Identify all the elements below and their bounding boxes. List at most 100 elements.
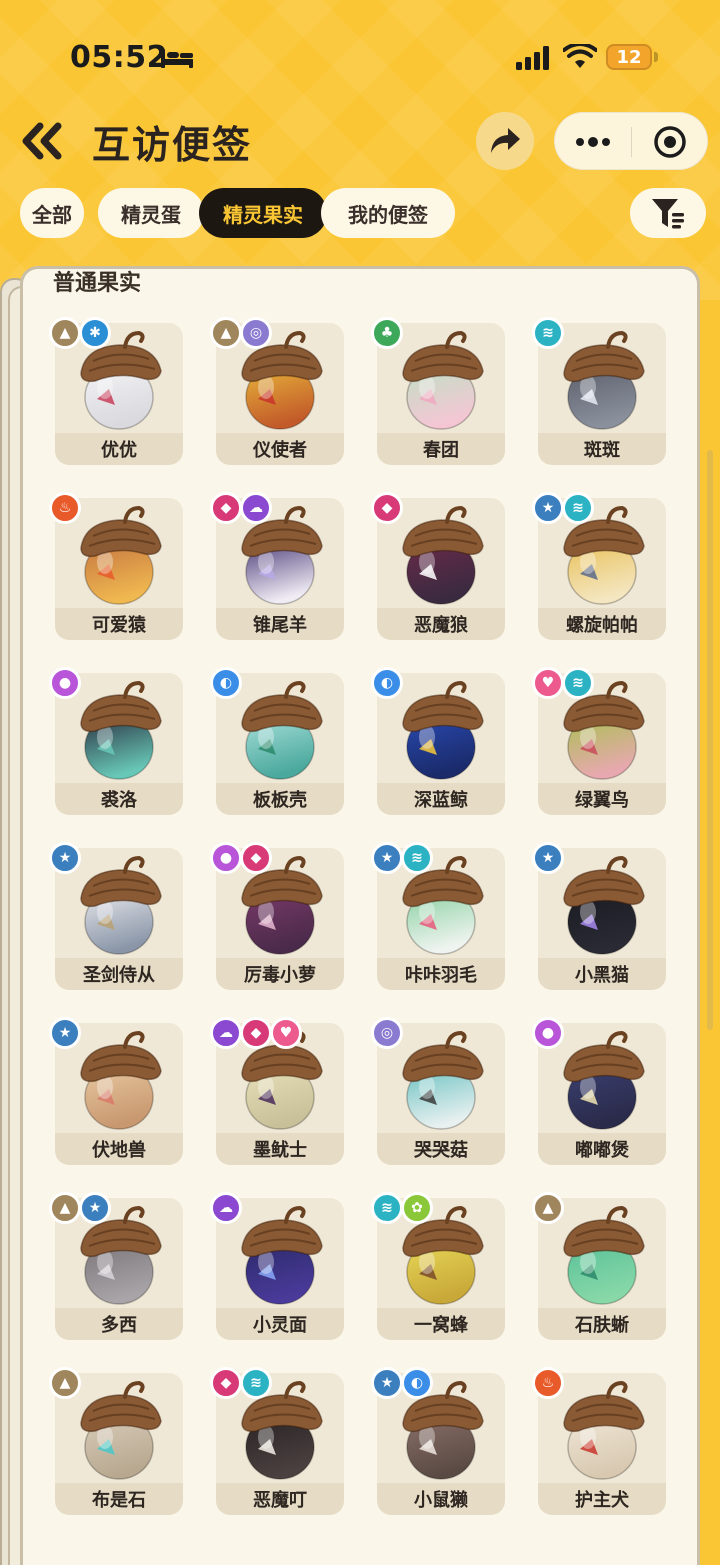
fruit-item[interactable]: 仪使者 ▲ ◎: [210, 317, 346, 467]
fruit-item[interactable]: 斑斑 ≋: [532, 317, 668, 467]
evil-icon: ◆: [210, 1367, 242, 1399]
fruit-item[interactable]: 石肤蜥 ▲: [532, 1192, 668, 1342]
poison-icon: ●: [532, 1017, 564, 1049]
fruit-item[interactable]: 深蓝鲸 ◐: [371, 667, 507, 817]
close-miniapp-button[interactable]: [632, 113, 708, 171]
fruit-item[interactable]: 厉毒小萝 ● ◆: [210, 842, 346, 992]
fruit-name: 恶魔叮: [216, 1483, 344, 1515]
attribute-badges: ◆ ☁: [210, 492, 272, 526]
fire-icon: ♨: [532, 1367, 564, 1399]
fruit-item[interactable]: 哭哭菇 ◎: [371, 1017, 507, 1167]
attribute-badges: ☁ ◆ ♥: [210, 1017, 302, 1051]
fruit-name: 圣剑侍从: [55, 958, 183, 990]
normal-icon: ★: [532, 842, 564, 874]
acorn-fruit-icon: [402, 1030, 484, 1130]
acorn-fruit-icon: [80, 855, 162, 955]
fruit-name: 布是石: [55, 1483, 183, 1515]
fruit-name: 春团: [377, 433, 505, 465]
scrollbar[interactable]: [707, 450, 713, 1030]
fruit-item[interactable]: 小灵面 ☁: [210, 1192, 346, 1342]
fruit-item[interactable]: 锥尾羊 ◆ ☁: [210, 492, 346, 642]
ghost-icon: ☁: [210, 1017, 242, 1049]
water-icon: ◐: [371, 667, 403, 699]
attribute-badges: ♣: [371, 317, 403, 351]
fire-icon: ♨: [49, 492, 81, 524]
attribute-badges: ◐: [371, 667, 403, 701]
status-time: 05:52: [70, 40, 168, 75]
cellular-signal-icon: [516, 46, 549, 70]
bug-icon: ✿: [401, 1192, 433, 1224]
page-title: 互访便签: [92, 123, 253, 167]
acorn-fruit-icon: [80, 1030, 162, 1130]
fruit-name: 咔咔羽毛: [377, 958, 505, 990]
fruit-list-card: 普通果实 优优 ▲ ✱ 仪使者 ▲ ◎ 春团 ♣ 斑斑 ≋ 可爱猿 ♨ 锥尾羊 ◆ ☁ 恶魔狼 ◆ 螺旋帕帕 ★ ≋ 裘…: [20, 266, 700, 1565]
fruit-item[interactable]: 裘洛 ●: [49, 667, 185, 817]
attribute-badges: ≋: [532, 317, 564, 351]
fruit-item[interactable]: 可爱猿 ♨: [49, 492, 185, 642]
fruit-name: 嘟嘟煲: [538, 1133, 666, 1165]
tab-my-notes[interactable]: 我的便签: [321, 188, 455, 238]
share-button[interactable]: [476, 112, 534, 170]
fruit-item[interactable]: 咔咔羽毛 ★ ≋: [371, 842, 507, 992]
attribute-badges: ★ ◐: [371, 1367, 433, 1401]
fruit-item[interactable]: 一窝蜂 ≋ ✿: [371, 1192, 507, 1342]
acorn-fruit-icon: [563, 1030, 645, 1130]
acorn-fruit-icon: [241, 1205, 323, 1305]
fruit-item[interactable]: 墨鱿士 ☁ ◆ ♥: [210, 1017, 346, 1167]
water-icon: ◐: [401, 1367, 433, 1399]
fruit-name: 深蓝鲸: [377, 783, 505, 815]
attribute-badges: ●: [49, 667, 81, 701]
fruit-item[interactable]: 护主犬 ♨: [532, 1367, 668, 1517]
attribute-badges: ▲: [532, 1192, 564, 1226]
tab-spirit-egg[interactable]: 精灵蛋: [98, 188, 204, 238]
acorn-fruit-icon: [563, 855, 645, 955]
acorn-fruit-icon: [80, 505, 162, 605]
fruit-name: 恶魔狼: [377, 608, 505, 640]
section-title: 普通果实: [53, 271, 142, 296]
fruit-item[interactable]: 螺旋帕帕 ★ ≋: [532, 492, 668, 642]
ground-icon: ▲: [532, 1192, 564, 1224]
fruit-item[interactable]: 伏地兽 ★: [49, 1017, 185, 1167]
more-dots-icon: [576, 137, 610, 147]
fruit-name: 板板壳: [216, 783, 344, 815]
attribute-badges: ▲: [49, 1367, 81, 1401]
fruit-item[interactable]: 恶魔狼 ◆: [371, 492, 507, 642]
acorn-fruit-icon: [402, 505, 484, 605]
acorn-fruit-icon: [402, 680, 484, 780]
fruit-name: 多西: [55, 1308, 183, 1340]
fruit-item[interactable]: 板板壳 ◐: [210, 667, 346, 817]
illusion-icon: ◎: [371, 1017, 403, 1049]
fruit-name: 墨鱿士: [216, 1133, 344, 1165]
acorn-fruit-icon: [80, 1380, 162, 1480]
fruit-item[interactable]: 绿翼鸟 ♥ ≋: [532, 667, 668, 817]
fruit-item[interactable]: 多西 ▲ ★: [49, 1192, 185, 1342]
normal-icon: ★: [49, 1017, 81, 1049]
fruit-item[interactable]: 恶魔叮 ◆ ≋: [210, 1367, 346, 1517]
tab-spirit-fruit[interactable]: 精灵果实: [199, 188, 327, 238]
fruit-name: 小鼠獭: [377, 1483, 505, 1515]
fruit-item[interactable]: 布是石 ▲: [49, 1367, 185, 1517]
attribute-badges: ● ◆: [210, 842, 272, 876]
sleep-focus-icon: [161, 49, 193, 68]
normal-icon: ★: [371, 1367, 403, 1399]
normal-icon: ★: [532, 492, 564, 524]
cute-icon: ♥: [532, 667, 564, 699]
attribute-badges: ◎: [371, 1017, 403, 1051]
acorn-fruit-icon: [563, 1380, 645, 1480]
fruit-item[interactable]: 小鼠獭 ★ ◐: [371, 1367, 507, 1517]
wing-icon: ≋: [401, 842, 433, 874]
attribute-badges: ≋ ✿: [371, 1192, 433, 1226]
water-icon: ◐: [210, 667, 242, 699]
fruit-item[interactable]: 优优 ▲ ✱: [49, 317, 185, 467]
fruit-item[interactable]: 春团 ♣: [371, 317, 507, 467]
more-button[interactable]: [555, 113, 631, 171]
attribute-badges: ★: [532, 842, 564, 876]
back-double-chevron-icon[interactable]: [18, 118, 68, 164]
fruit-name: 锥尾羊: [216, 608, 344, 640]
filter-button[interactable]: [630, 188, 706, 238]
cute-icon: ♥: [270, 1017, 302, 1049]
fruit-item[interactable]: 嘟嘟煲 ●: [532, 1017, 668, 1167]
tab-all[interactable]: 全部: [20, 188, 84, 238]
fruit-item[interactable]: 圣剑侍从 ★: [49, 842, 185, 992]
fruit-item[interactable]: 小黑猫 ★: [532, 842, 668, 992]
